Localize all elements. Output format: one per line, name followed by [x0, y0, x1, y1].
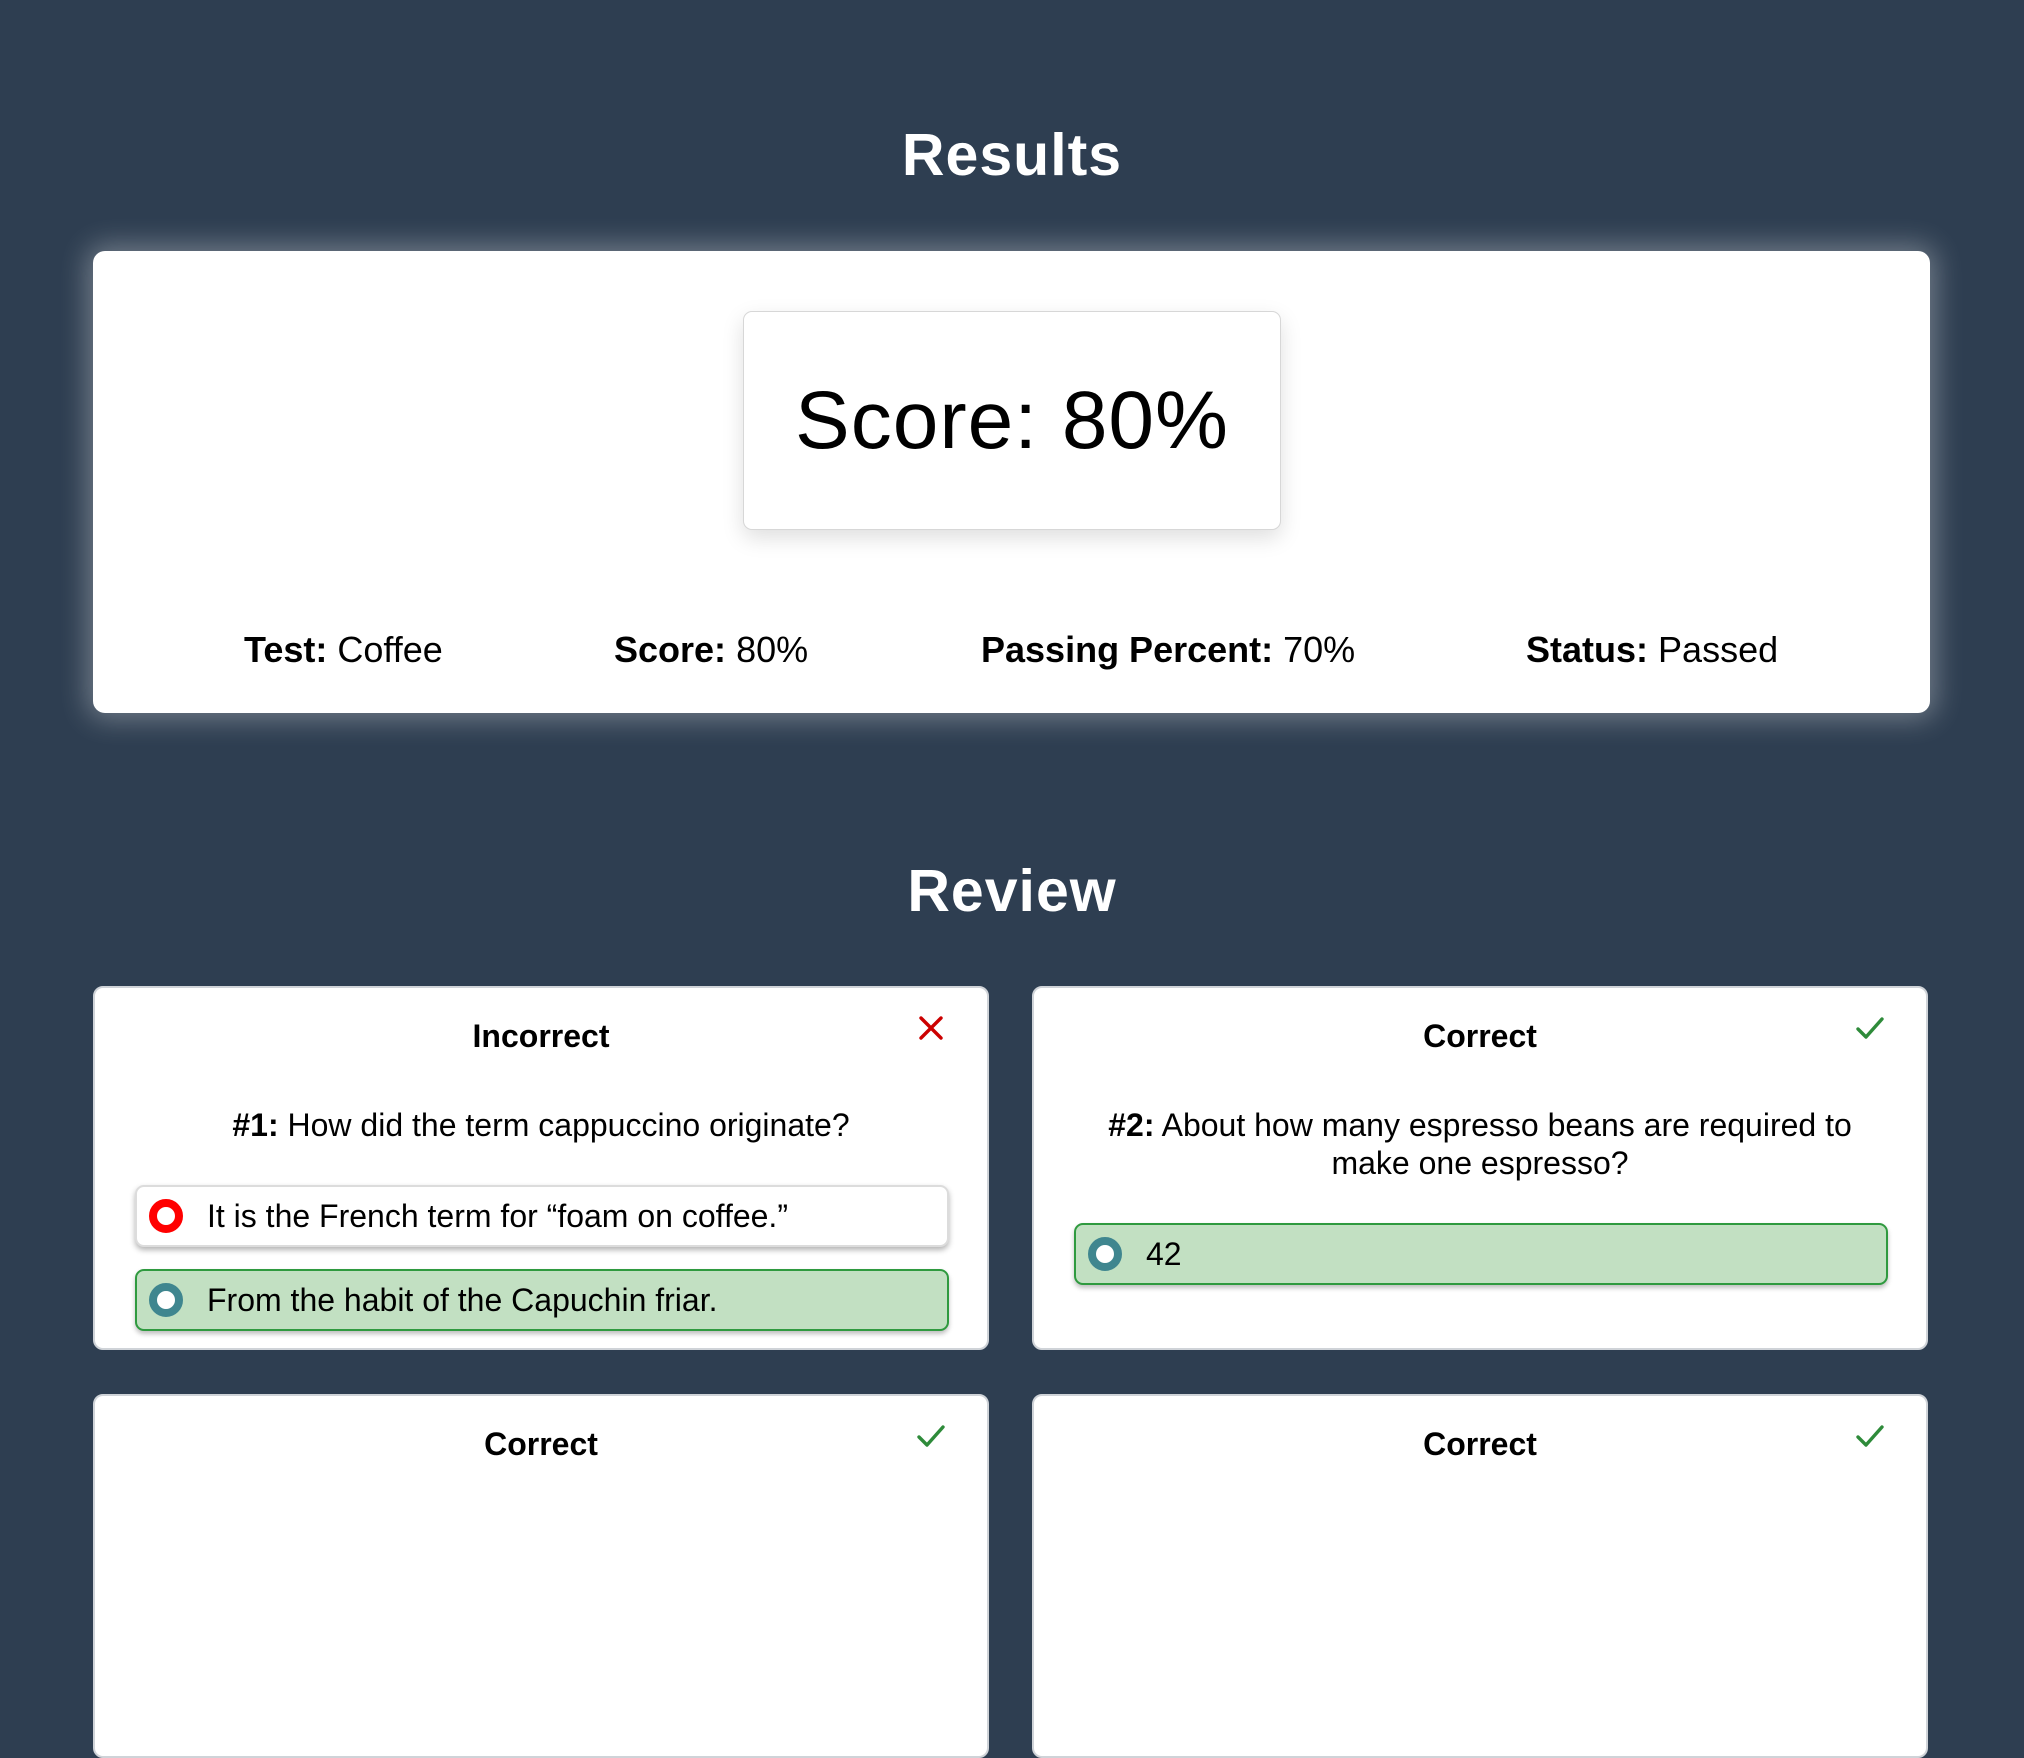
question-card-3: Correct	[93, 1394, 989, 1758]
check-icon	[911, 1416, 951, 1456]
question-body: How did the term cappuccino originate?	[287, 1107, 850, 1143]
check-icon	[1850, 1416, 1890, 1456]
radio-correct-icon	[1088, 1237, 1122, 1271]
question-card-1: Incorrect #1: How did the term cappuccin…	[93, 986, 989, 1350]
stat-test-value: Coffee	[337, 629, 443, 670]
verdict-label: Correct	[1423, 1426, 1537, 1462]
score-display: Score: 80%	[743, 311, 1281, 530]
radio-correct-icon	[149, 1283, 183, 1317]
question-number: #1:	[232, 1107, 279, 1143]
stat-test: Test: Coffee	[244, 629, 443, 671]
stat-status-label: Status:	[1526, 629, 1649, 670]
answer-option-text: 42	[1146, 1235, 1182, 1272]
stat-score-label: Score:	[614, 629, 727, 670]
question-text: #2: About how many espresso beans are re…	[1094, 1106, 1866, 1182]
answer-option-text: From the habit of the Capuchin friar.	[207, 1281, 718, 1318]
answer-option-selected-wrong: It is the French term for “foam on coffe…	[135, 1185, 949, 1247]
answer-option-text: It is the French term for “foam on coffe…	[207, 1197, 788, 1234]
question-card-4: Correct	[1032, 1394, 1928, 1758]
verdict-label: Correct	[1423, 1018, 1537, 1054]
question-card-2: Correct #2: About how many espresso bean…	[1032, 986, 1928, 1350]
answer-option-correct: From the habit of the Capuchin friar.	[135, 1269, 949, 1331]
verdict-label: Correct	[484, 1426, 598, 1462]
results-summary-panel: Score: 80% Test: Coffee Score: 80% Passi…	[93, 251, 1930, 713]
stat-passing-percent: Passing Percent: 70%	[981, 629, 1355, 671]
question-body: About how many espresso beans are requir…	[1161, 1107, 1852, 1181]
stat-passing-value: 70%	[1283, 629, 1356, 670]
results-heading: Results	[901, 121, 1123, 188]
question-number: #2:	[1108, 1107, 1155, 1143]
radio-selected-wrong-icon	[149, 1199, 183, 1233]
check-icon	[1850, 1008, 1890, 1048]
results-stats-row: Test: Coffee Score: 80% Passing Percent:…	[93, 629, 1930, 679]
stat-score: Score: 80%	[614, 629, 808, 671]
stat-status-value: Passed	[1658, 629, 1779, 670]
verdict-label: Incorrect	[472, 1018, 610, 1054]
x-icon	[911, 1008, 951, 1048]
answer-option-correct: 42	[1074, 1223, 1888, 1285]
stat-passing-label: Passing Percent:	[981, 629, 1274, 670]
stat-status: Status: Passed	[1526, 629, 1778, 671]
question-text: #1: How did the term cappuccino originat…	[155, 1106, 927, 1144]
stat-score-value: 80%	[736, 629, 809, 670]
review-heading: Review	[907, 857, 1117, 924]
stat-test-label: Test:	[244, 629, 328, 670]
